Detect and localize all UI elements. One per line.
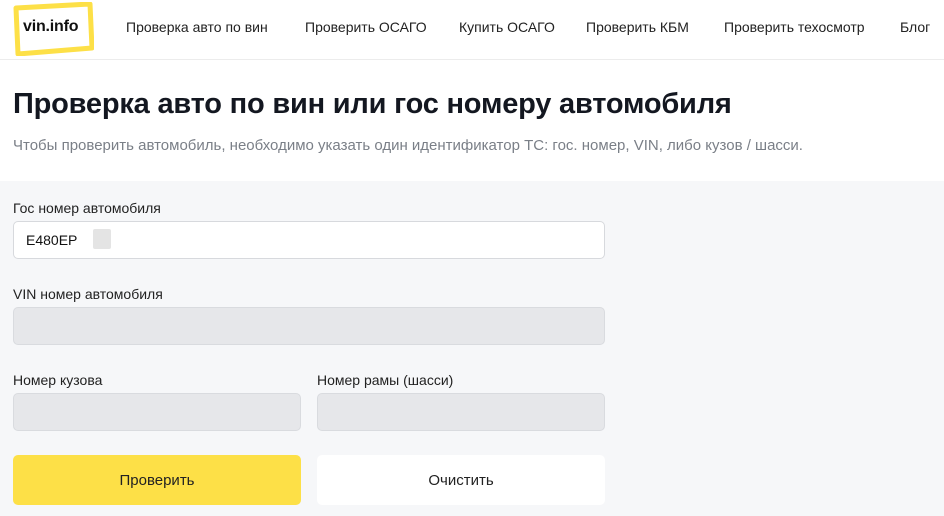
frame-number-input[interactable] bbox=[317, 393, 605, 431]
clear-button[interactable]: Очистить bbox=[317, 455, 605, 505]
site-header: vin.info Проверка авто по вин Проверить … bbox=[0, 0, 944, 60]
frame-number-label: Номер рамы (шасси) bbox=[317, 372, 454, 388]
nav-item-inspection-check[interactable]: Проверить техосмотр bbox=[724, 19, 865, 35]
nav-item-vin-check[interactable]: Проверка авто по вин bbox=[126, 19, 268, 35]
redacted-plate-region bbox=[93, 229, 111, 249]
vehicle-search-form: Гос номер автомобиля VIN номер автомобил… bbox=[0, 181, 944, 516]
check-button[interactable]: Проверить bbox=[13, 455, 301, 505]
plate-label: Гос номер автомобиля bbox=[13, 200, 161, 216]
page-subtitle: Чтобы проверить автомобиль, необходимо у… bbox=[13, 137, 803, 154]
main-nav: Проверка авто по вин Проверить ОСАГО Куп… bbox=[0, 0, 944, 60]
vin-input[interactable] bbox=[13, 307, 605, 345]
nav-item-kbm-check[interactable]: Проверить КБМ bbox=[586, 19, 689, 35]
vin-label: VIN номер автомобиля bbox=[13, 286, 163, 302]
plate-field-wrapper bbox=[13, 221, 605, 259]
nav-item-osago-buy[interactable]: Купить ОСАГО bbox=[459, 19, 555, 35]
body-number-label: Номер кузова bbox=[13, 372, 103, 388]
page-title: Проверка авто по вин или гос номеру авто… bbox=[13, 88, 732, 120]
nav-item-blog[interactable]: Блог bbox=[900, 19, 930, 35]
nav-item-osago-check[interactable]: Проверить ОСАГО bbox=[305, 19, 427, 35]
body-number-input[interactable] bbox=[13, 393, 301, 431]
